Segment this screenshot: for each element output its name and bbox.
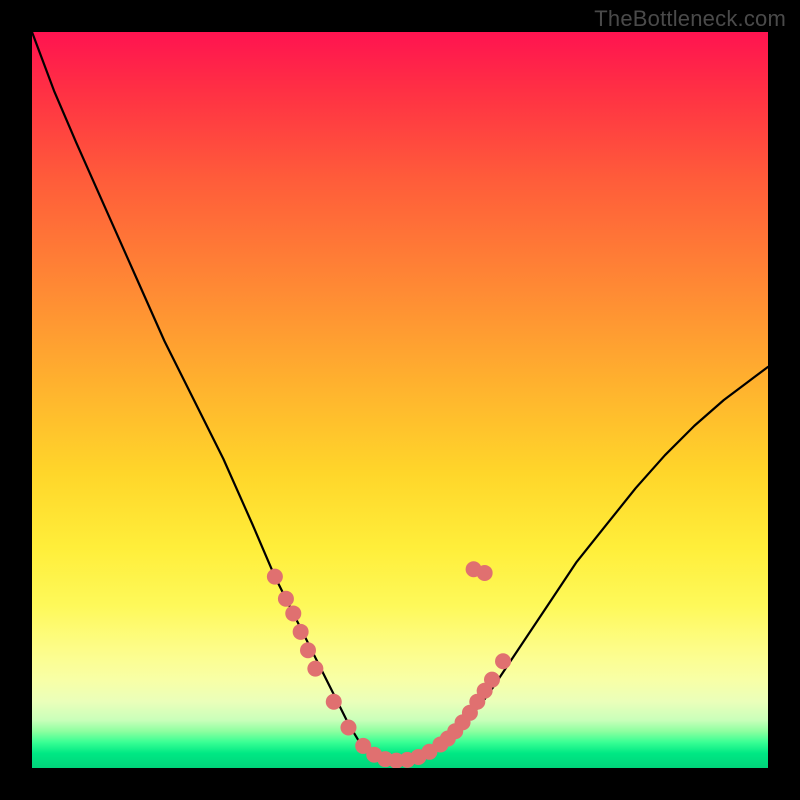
data-point [307, 661, 323, 677]
marker-group [267, 561, 511, 768]
data-point [278, 591, 294, 607]
watermark-text: TheBottleneck.com [594, 6, 786, 32]
data-point [300, 642, 316, 658]
data-point [267, 569, 283, 585]
chart-frame: TheBottleneck.com [0, 0, 800, 800]
data-point [495, 653, 511, 669]
data-point [484, 672, 500, 688]
data-point [293, 624, 309, 640]
data-point [285, 605, 301, 621]
data-point [326, 694, 342, 710]
data-point [340, 720, 356, 736]
data-point [477, 565, 493, 581]
plot-area [32, 32, 768, 768]
plot-svg [32, 32, 768, 768]
bottleneck-curve [32, 32, 768, 761]
